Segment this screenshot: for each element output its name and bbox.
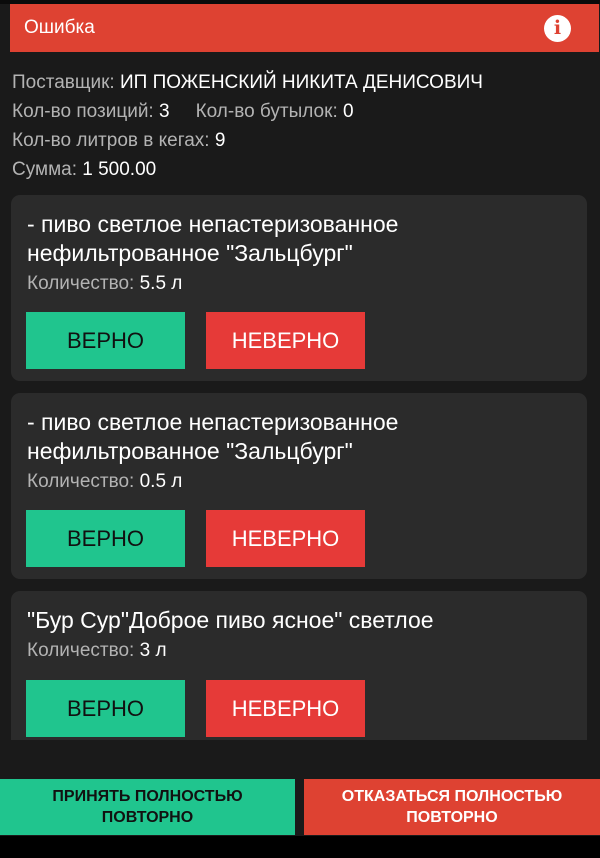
bottles-value: 0 <box>343 101 354 122</box>
item-name: "Бур Сур"Доброе пиво ясное" светлое <box>27 606 567 635</box>
items-list[interactable]: - пиво светлое непастеризованное нефильт… <box>0 185 600 740</box>
quantity-value: 5.5 л <box>139 273 183 294</box>
item-card: "Бур Сур"Доброе пиво ясное" светлое Коли… <box>11 591 587 740</box>
quantity-label: Количество: <box>27 640 135 661</box>
positions-label: Кол-во позиций: <box>12 101 154 122</box>
counts-row: Кол-во позиций: 3 Кол-во бутылок: 0 <box>12 97 592 126</box>
item-name: - пиво светлое непастеризованное нефильт… <box>27 210 567 268</box>
info-icon[interactable]: i <box>544 15 571 42</box>
item-card: - пиво светлое непастеризованное нефильт… <box>11 195 587 381</box>
item-card: - пиво светлое непастеризованное нефильт… <box>11 393 587 579</box>
liters-label: Кол-во литров в кегах: <box>12 130 210 151</box>
supplier-value: ИП ПОЖЕНСКИЙ НИКИТА ДЕНИСОВИЧ <box>120 72 483 93</box>
item-name-line: нефильтрованное "Зальцбург" <box>27 240 353 266</box>
positions-value: 3 <box>159 101 170 122</box>
quantity-label: Количество: <box>27 471 135 492</box>
accept-label-line: ПОВТОРНО <box>101 809 194 826</box>
reject-label-line: ПОВТОРНО <box>406 809 498 826</box>
quantity-value: 0.5 л <box>139 471 183 492</box>
supplier-label: Поставщик: <box>12 72 115 93</box>
correct-button[interactable]: ВЕРНО <box>26 510 185 567</box>
sum-label: Сумма: <box>12 159 77 180</box>
correct-button[interactable]: ВЕРНО <box>26 680 185 737</box>
sum-value: 1 500.00 <box>82 159 157 180</box>
navigation-bar <box>0 836 600 858</box>
item-name-line: "Бур Сур"Доброе пиво ясное" светлое <box>27 607 434 633</box>
item-quantity: Количество: 3 л <box>27 640 167 662</box>
item-name-line: нефильтрованное "Зальцбург" <box>27 438 353 464</box>
header-title: Ошибка <box>24 17 95 38</box>
item-name-line: - пиво светлое непастеризованное <box>27 211 399 237</box>
liters-row: Кол-во литров в кегах: 9 <box>12 126 592 155</box>
item-name-line: - пиво светлое непастеризованное <box>27 409 399 435</box>
accept-all-again-button[interactable]: ПРИНЯТЬ ПОЛНОСТЬЮ ПОВТОРНО <box>0 779 295 835</box>
invoice-summary: Поставщик: ИП ПОЖЕНСКИЙ НИКИТА ДЕНИСОВИЧ… <box>12 68 592 184</box>
item-name: - пиво светлое непастеризованное нефильт… <box>27 408 567 466</box>
incorrect-button[interactable]: НЕВЕРНО <box>206 312 365 369</box>
reject-all-again-button[interactable]: ОТКАЗАТЬСЯ ПОЛНОСТЬЮ ПОВТОРНО <box>304 779 600 835</box>
correct-button[interactable]: ВЕРНО <box>26 312 185 369</box>
incorrect-button[interactable]: НЕВЕРНО <box>206 680 365 737</box>
error-header: Ошибка i <box>10 4 599 52</box>
quantity-label: Количество: <box>27 273 135 294</box>
sum-row: Сумма: 1 500.00 <box>12 155 592 184</box>
supplier-row: Поставщик: ИП ПОЖЕНСКИЙ НИКИТА ДЕНИСОВИЧ <box>12 68 592 97</box>
incorrect-button[interactable]: НЕВЕРНО <box>206 510 365 567</box>
accept-label-line: ПРИНЯТЬ ПОЛНОСТЬЮ <box>52 788 243 805</box>
liters-value: 9 <box>214 130 226 151</box>
reject-label-line: ОТКАЗАТЬСЯ ПОЛНОСТЬЮ <box>341 788 563 805</box>
item-quantity: Количество: 5.5 л <box>27 273 182 295</box>
screen: Ошибка i Поставщик: ИП ПОЖЕНСКИЙ НИКИТА … <box>0 0 600 858</box>
quantity-value: 3 л <box>139 640 167 661</box>
bottles-label: Кол-во бутылок: <box>195 101 338 122</box>
item-quantity: Количество: 0.5 л <box>27 471 182 493</box>
